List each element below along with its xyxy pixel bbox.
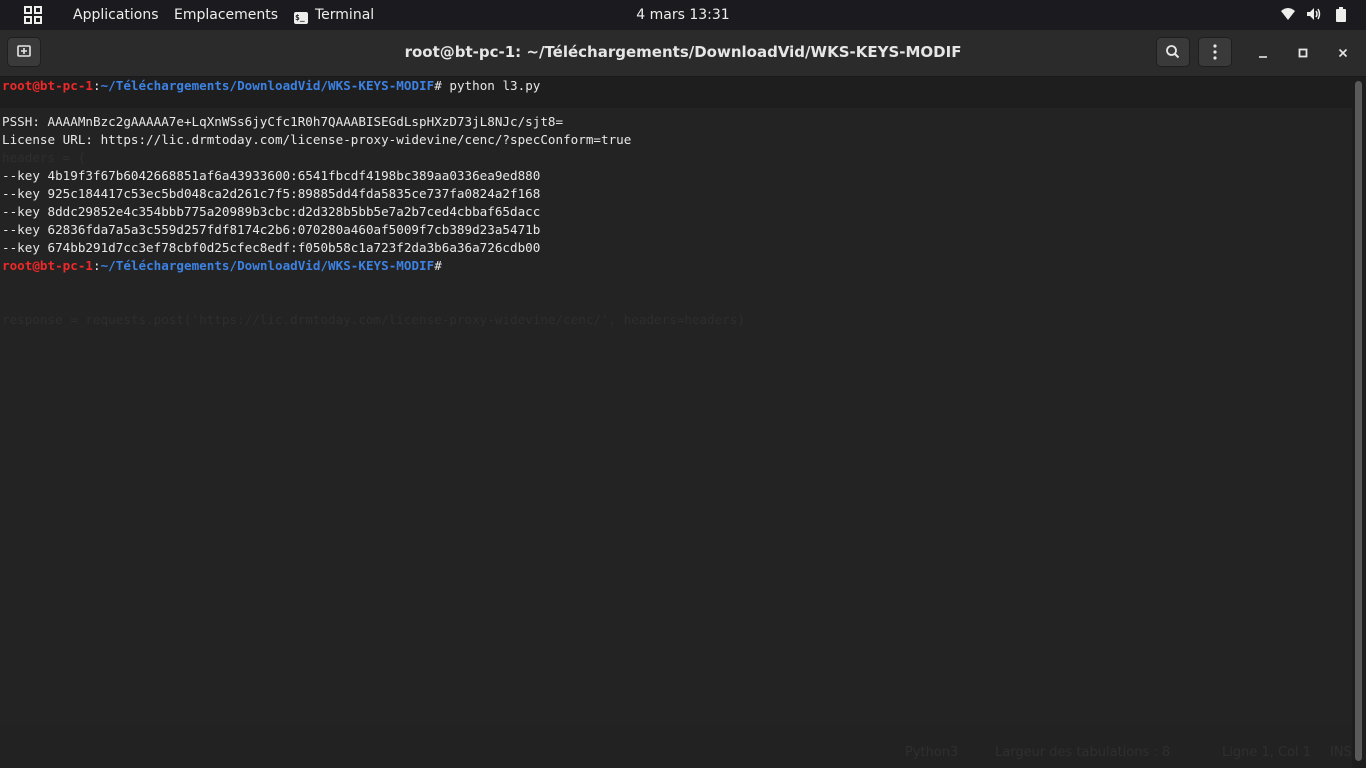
wifi-icon[interactable]	[1281, 7, 1295, 21]
menu-icon	[1213, 44, 1217, 60]
output-line: --key 674bb291d7cc3ef78cbf0d25cfec8edf:f…	[2, 240, 541, 255]
app-menu-terminal[interactable]: $_ Terminal	[294, 6, 374, 24]
output-line: --key 8ddc29852e4c354bbb775a20989b3cbc:d…	[2, 204, 541, 219]
command-text: python l3.py	[441, 78, 541, 93]
window-header-bar: root@bt-pc-1: ~/Téléchargements/Download…	[0, 30, 1366, 77]
prompt-user: root@bt-pc-1	[2, 258, 93, 273]
terminal-view[interactable]: headers = { response = requests.post('ht…	[0, 77, 1352, 725]
ghost-text: headers = {	[2, 150, 86, 165]
applications-menu[interactable]: Applications	[73, 6, 159, 24]
ghost-language: Python3	[905, 745, 959, 760]
top-bar: Applications Emplacements $_ Terminal 4 m…	[0, 0, 1366, 30]
ghost-text: response = requests.post('https://lic.dr…	[2, 312, 746, 327]
prompt-path: ~/Téléchargements/DownloadVid/WKS-KEYS-M…	[100, 78, 435, 93]
output-line: --key 4b19f3f67b6042668851af6a43933600:6…	[2, 168, 541, 183]
battery-icon[interactable]	[1336, 7, 1346, 22]
app-menu-label: Terminal	[315, 7, 375, 23]
prompt-char: #	[434, 258, 442, 273]
maximize-icon[interactable]	[1293, 43, 1313, 63]
output-line: PSSH: AAAAMnBzc2gAAAAA7e+LqXnWSs6jyCfc1R…	[2, 114, 564, 129]
places-menu[interactable]: Emplacements	[174, 6, 278, 24]
volume-icon[interactable]	[1306, 7, 1322, 21]
terminal-icon: $_	[294, 12, 308, 24]
app-grid-icon[interactable]	[24, 6, 42, 24]
terminal-scrollbar[interactable]	[1352, 77, 1366, 768]
output-line: --key 925c184417c53ec5bd048ca2d261c7f5:8…	[2, 186, 541, 201]
new-tab-icon	[17, 45, 31, 57]
ghost-position: Ligne 1, Col 1	[1222, 745, 1312, 760]
minimize-icon[interactable]	[1253, 43, 1273, 63]
close-icon[interactable]	[1333, 43, 1353, 63]
prompt-line: root@bt-pc-1:~/Téléchargements/DownloadV…	[2, 77, 540, 95]
window-title: root@bt-pc-1: ~/Téléchargements/Download…	[404, 43, 962, 61]
prompt-char: #	[434, 78, 442, 93]
output-line: --key 62836fda7a5a3c559d257fdf8174c2b6:0…	[2, 222, 541, 237]
ghost-statusbar: Python3 Largeur des tabulations : 8 Lign…	[0, 725, 1352, 768]
ghost-tab-width: Largeur des tabulations : 8	[995, 745, 1171, 760]
prompt-line: root@bt-pc-1:~/Téléchargements/DownloadV…	[2, 257, 442, 275]
menu-button[interactable]	[1198, 37, 1232, 67]
prompt-separator: :	[93, 258, 101, 273]
new-tab-button[interactable]	[7, 37, 41, 67]
clock[interactable]: 4 mars 13:31	[636, 7, 729, 23]
prompt-separator: :	[93, 78, 101, 93]
prompt-path: ~/Téléchargements/DownloadVid/WKS-KEYS-M…	[100, 258, 435, 273]
ghost-mode: INS	[1330, 745, 1352, 760]
scrollbar-thumb[interactable]	[1355, 81, 1362, 761]
search-icon	[1166, 45, 1180, 59]
search-button[interactable]	[1156, 37, 1190, 67]
prompt-user: root@bt-pc-1	[2, 78, 93, 93]
output-line: License URL: https://lic.drmtoday.com/li…	[2, 132, 632, 147]
